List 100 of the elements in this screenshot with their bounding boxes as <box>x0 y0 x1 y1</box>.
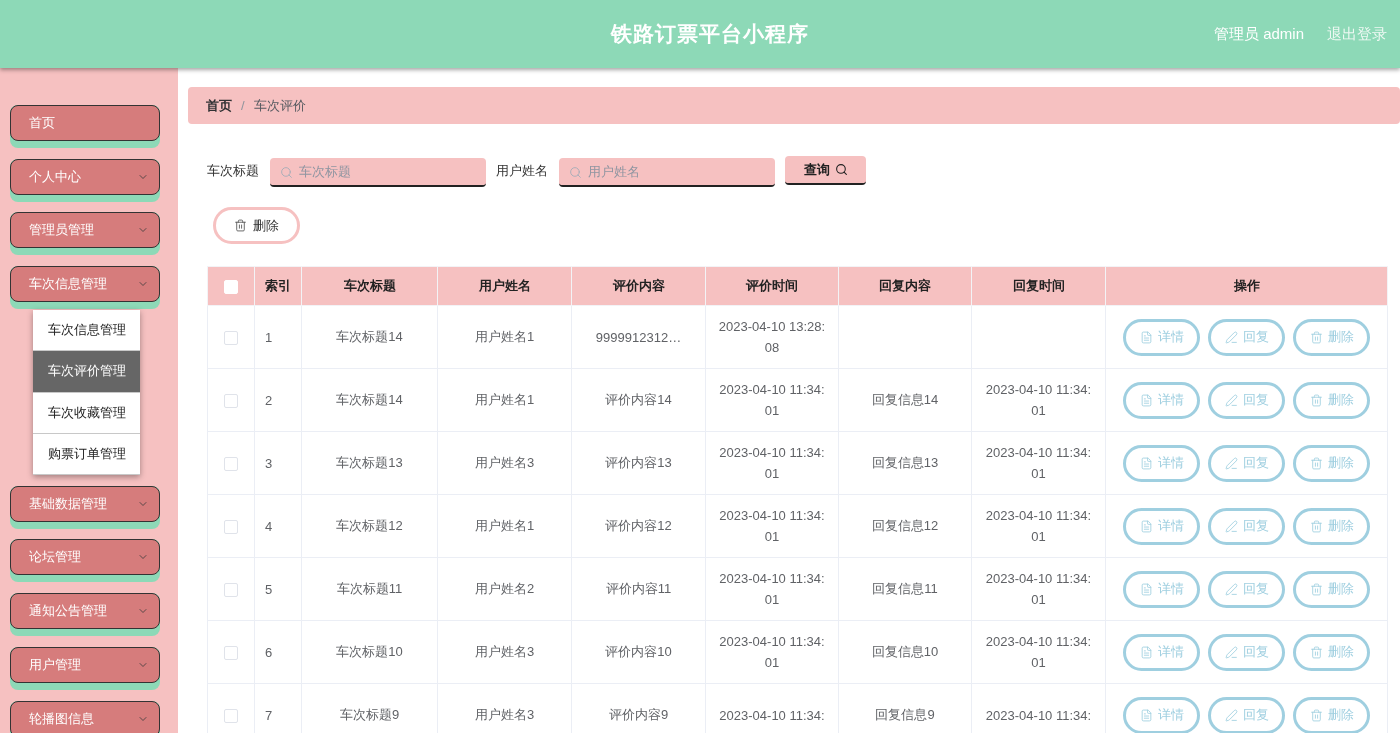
table-cell: 2023-04-10 11:34:01 <box>705 557 839 621</box>
column-header: 用户姓名 <box>437 266 572 306</box>
table-cell: 评价内容10 <box>571 620 706 684</box>
submenu-item[interactable]: 车次收藏管理 <box>33 392 140 434</box>
table-cell: 2023-04-10 11:34:01 <box>971 557 1106 621</box>
table-cell: 2023-04-10 11:34:01 <box>971 620 1106 684</box>
reply-button[interactable]: 回复 <box>1208 633 1285 671</box>
detail-button[interactable]: 详情 <box>1123 633 1200 671</box>
table-cell: 2 <box>254 368 302 432</box>
table-cell: 回复信息13 <box>838 431 972 495</box>
table-cell: 车次标题13 <box>301 431 438 495</box>
detail-button[interactable]: 详情 <box>1123 570 1200 608</box>
pen-icon <box>1224 645 1238 659</box>
sidebar-menu-item[interactable]: 用户管理 <box>10 646 160 690</box>
app-title: 铁路订票平台小程序 <box>611 21 809 47</box>
table-cell: 2023-04-10 11:34:01 <box>971 494 1106 558</box>
submenu-item[interactable]: 车次信息管理 <box>33 310 140 352</box>
detail-button[interactable]: 详情 <box>1123 444 1200 482</box>
table-cell: 2023-04-10 13:28:08 <box>705 305 839 369</box>
table-cell: 评价内容11 <box>571 557 706 621</box>
query-button[interactable]: 查询 <box>785 156 866 185</box>
delete-button[interactable]: 删除 <box>1293 318 1370 356</box>
column-header: 操作 <box>1105 266 1388 306</box>
select-all-checkbox[interactable] <box>224 279 238 294</box>
row-checkbox[interactable] <box>224 708 238 723</box>
sidebar-menu-item[interactable]: 管理员管理 <box>10 212 160 256</box>
search-field[interactable]: 用户姓名 <box>559 157 775 187</box>
table-cell: 2023-04-10 11:34:01 <box>705 431 839 495</box>
sidebar-menu-item[interactable]: 基础数据管理 <box>10 485 160 529</box>
sidebar-menu-item[interactable]: 轮播图信息 <box>10 700 160 733</box>
breadcrumb-link[interactable]: 首页 <box>206 96 232 115</box>
row-checkbox[interactable] <box>224 456 238 471</box>
table-cell: 用户姓名3 <box>437 620 572 684</box>
sidebar-menu-item[interactable]: 个人中心 <box>10 158 160 202</box>
reply-button[interactable]: 回复 <box>1208 696 1285 733</box>
search-icon <box>280 165 293 179</box>
reply-button[interactable]: 回复 <box>1208 507 1285 545</box>
detail-button[interactable]: 详情 <box>1123 507 1200 545</box>
field-label: 用户姓名 <box>496 161 548 180</box>
delete-button[interactable]: 删除 <box>1293 570 1370 608</box>
table-cell: 车次标题10 <box>301 620 438 684</box>
reply-button[interactable]: 回复 <box>1208 318 1285 356</box>
delete-button[interactable]: 删除 <box>1293 444 1370 482</box>
breadcrumb-separator: / <box>241 98 245 113</box>
document-icon <box>1139 456 1153 470</box>
table-cell: 2023-04-10 11:34:01 <box>971 368 1106 432</box>
column-header: 评价时间 <box>705 266 839 306</box>
table-cell: 车次标题14 <box>301 305 438 369</box>
detail-button[interactable]: 详情 <box>1123 381 1200 419</box>
delete-button[interactable]: 删除 <box>1293 381 1370 419</box>
table-cell: 2023-04-10 11:34:01 <box>705 620 839 684</box>
table-cell: 车次标题12 <box>301 494 438 558</box>
column-header: 车次标题 <box>301 266 438 306</box>
search-field[interactable]: 车次标题 <box>270 157 486 187</box>
row-checkbox[interactable] <box>224 519 238 534</box>
table-cell: 评价内容14 <box>571 368 706 432</box>
table-cell: 2023-04-10 11:34:01 <box>705 494 839 558</box>
search-icon <box>569 165 582 179</box>
breadcrumb-current: 车次评价 <box>253 96 306 115</box>
table-cell: 评价内容13 <box>571 431 706 495</box>
row-checkbox[interactable] <box>224 645 238 660</box>
table-cell: 评价内容12 <box>571 494 706 558</box>
document-icon <box>1139 330 1153 344</box>
submenu-item[interactable]: 车次评价管理 <box>33 351 140 393</box>
reply-button[interactable]: 回复 <box>1208 381 1285 419</box>
bulk-delete-button[interactable]: 删除 <box>213 207 300 244</box>
sidebar-menu-item[interactable]: 车次信息管理 <box>10 266 160 310</box>
column-header: 回复内容 <box>838 266 972 306</box>
sidebar-menu-item[interactable]: 首页 <box>10 105 160 148</box>
column-header: 索引 <box>254 266 302 306</box>
sidebar-menu-item[interactable]: 通知公告管理 <box>10 593 160 637</box>
row-checkbox[interactable] <box>224 330 238 345</box>
row-checkbox[interactable] <box>224 393 238 408</box>
table-cell: 1 <box>254 305 302 369</box>
detail-button[interactable]: 详情 <box>1123 318 1200 356</box>
table-cell: 回复信息14 <box>838 368 972 432</box>
table-cell: 用户姓名2 <box>437 557 572 621</box>
pen-icon <box>1224 708 1238 722</box>
table-cell: 5 <box>254 557 302 621</box>
row-checkbox[interactable] <box>224 582 238 597</box>
table-cell: 2023-04-10 11:34:01 <box>705 368 839 432</box>
detail-button[interactable]: 详情 <box>1123 696 1200 733</box>
delete-button[interactable]: 删除 <box>1293 696 1370 733</box>
trash-icon <box>1309 393 1323 407</box>
table-cell: 6 <box>254 620 302 684</box>
delete-button[interactable]: 删除 <box>1293 633 1370 671</box>
sidebar-menu-item[interactable]: 论坛管理 <box>10 539 160 583</box>
reply-button[interactable]: 回复 <box>1208 444 1285 482</box>
reply-button[interactable]: 回复 <box>1208 570 1285 608</box>
logout-link[interactable]: 退出登录 <box>1327 24 1387 44</box>
submenu-item[interactable]: 购票订单管理 <box>33 433 140 476</box>
pen-icon <box>1224 456 1238 470</box>
delete-button[interactable]: 删除 <box>1293 507 1370 545</box>
table-cell: 用户姓名1 <box>437 305 572 369</box>
admin-user-label: 管理员 admin <box>1213 24 1304 44</box>
pen-icon <box>1224 393 1238 407</box>
trash-icon <box>1309 456 1323 470</box>
table-cell: 用户姓名3 <box>437 431 572 495</box>
table-cell: 车次标题14 <box>301 368 438 432</box>
column-header: 评价内容 <box>571 266 706 306</box>
